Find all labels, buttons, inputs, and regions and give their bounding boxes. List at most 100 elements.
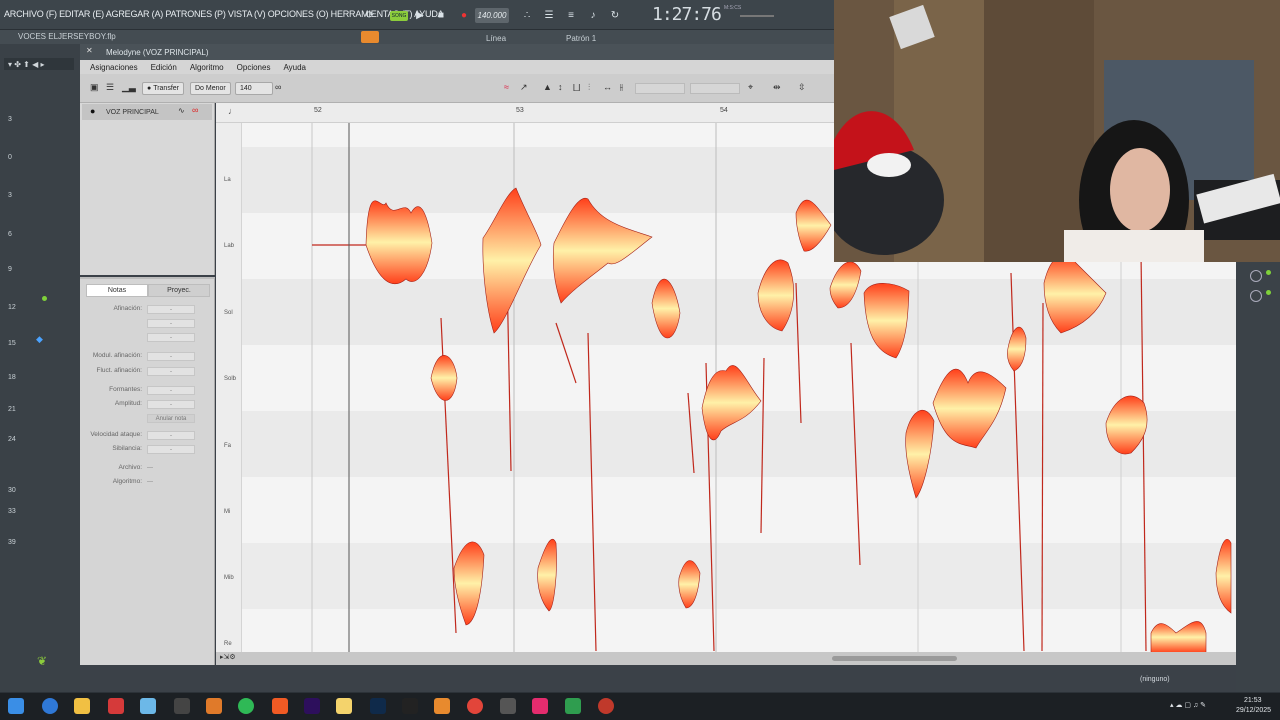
row-value[interactable]: - bbox=[147, 333, 195, 342]
row-label: Velocidad ataque: bbox=[90, 431, 142, 438]
project-name: VOCES ELJERSEYBOY.flp bbox=[18, 32, 116, 41]
row-value[interactable]: - bbox=[147, 400, 195, 409]
pattern-select[interactable]: Patrón 1 bbox=[566, 34, 596, 43]
snap-select[interactable]: Línea bbox=[486, 34, 506, 43]
formant-tool-icon[interactable]: ⨆ bbox=[573, 82, 580, 93]
loop-icon[interactable]: ⟳ bbox=[361, 6, 379, 24]
row-value[interactable]: - bbox=[147, 445, 195, 454]
app-icon[interactable] bbox=[336, 698, 352, 714]
chrome-icon[interactable] bbox=[467, 698, 483, 714]
scroll-icon[interactable]: ⇹ bbox=[773, 82, 781, 93]
knob-icon[interactable] bbox=[1250, 270, 1262, 282]
windows-start-icon[interactable] bbox=[8, 698, 24, 714]
output-select[interactable]: (ninguno) bbox=[1140, 676, 1170, 683]
capcut-icon[interactable] bbox=[402, 698, 418, 714]
menu-edicion[interactable]: Edición bbox=[151, 63, 177, 72]
row-value[interactable]: - bbox=[147, 431, 195, 440]
row-label: Archivo: bbox=[118, 464, 142, 471]
inspector-row: Velocidad ataque: - bbox=[80, 431, 214, 441]
tempo-field[interactable]: 140 bbox=[235, 82, 273, 95]
editor-scrollbar[interactable]: ▸⇲⚙ bbox=[216, 652, 1236, 665]
app-icon[interactable] bbox=[140, 698, 156, 714]
zoom-icon[interactable]: ⌖ bbox=[748, 82, 753, 93]
separation-tool-icon[interactable]: ⫲ bbox=[620, 82, 623, 93]
app-icon[interactable] bbox=[598, 698, 614, 714]
row-value[interactable]: - bbox=[147, 386, 195, 395]
play-icon[interactable]: ▶ bbox=[411, 6, 429, 24]
key-select[interactable]: Do Menor bbox=[190, 82, 231, 95]
fl-fruit-icon[interactable]: ❦ bbox=[37, 654, 47, 668]
menu-opciones[interactable]: Opciones bbox=[237, 63, 271, 72]
main-tool-icon[interactable]: ▲ bbox=[543, 82, 552, 92]
row-value: --- bbox=[147, 465, 153, 471]
metronome-icon[interactable]: ∴ bbox=[518, 6, 536, 24]
link-icon[interactable]: ∞ bbox=[275, 82, 281, 92]
fl-studio-icon[interactable] bbox=[434, 698, 450, 714]
step-icon[interactable]: ≡ bbox=[562, 6, 580, 24]
range-field-1[interactable] bbox=[635, 83, 685, 94]
layout-icon[interactable]: ▣ bbox=[90, 82, 99, 93]
menu-ayuda[interactable]: Ayuda bbox=[283, 63, 306, 72]
wait-icon[interactable]: ↻ bbox=[606, 6, 624, 24]
menu-algoritmo[interactable]: Algoritmo bbox=[190, 63, 224, 72]
inspector-fields: Afinación: - - - Modul. afinación: - Fluct… bbox=[80, 305, 215, 505]
photoshop-icon[interactable] bbox=[370, 698, 386, 714]
app-icon[interactable] bbox=[108, 698, 124, 714]
pitch-tool-icon[interactable]: ↕ bbox=[558, 82, 563, 92]
app-icon[interactable] bbox=[206, 698, 222, 714]
app-icon[interactable] bbox=[565, 698, 581, 714]
tempo-display[interactable]: 140.000 bbox=[475, 8, 509, 23]
fit-icon[interactable]: ⇳ bbox=[798, 82, 806, 93]
note-label: Mib bbox=[224, 575, 234, 581]
countdown-icon[interactable]: ☰ bbox=[540, 6, 558, 24]
row-value[interactable]: - bbox=[147, 319, 195, 328]
keyboard-icon[interactable]: ♪ bbox=[584, 6, 602, 24]
browser-icons[interactable]: ▾ ✤ ⬆ ◀ ▸ bbox=[8, 60, 44, 69]
track-pane bbox=[80, 103, 215, 275]
tray-icons[interactable]: ▴ ☁ ▢ ♫ ✎ bbox=[1170, 701, 1206, 709]
track-wave-icon[interactable]: ∿ bbox=[178, 106, 185, 115]
fader-icon[interactable]: ◆ bbox=[36, 334, 43, 345]
close-icon[interactable]: ✕ bbox=[86, 46, 93, 55]
annul-note-button[interactable]: Anular nota bbox=[147, 414, 195, 423]
track-name: VOZ PRINCIPAL bbox=[106, 108, 159, 116]
app-icon[interactable] bbox=[174, 698, 190, 714]
song-mode-badge[interactable]: SONG bbox=[390, 11, 408, 21]
stop-icon[interactable]: ■ bbox=[432, 6, 450, 24]
edge-icon[interactable] bbox=[42, 698, 58, 714]
snap-icon[interactable] bbox=[361, 31, 379, 43]
mixer-ruler-label: 3 bbox=[8, 192, 12, 199]
record-icon[interactable]: ● bbox=[455, 6, 473, 24]
row-value[interactable]: - bbox=[147, 352, 195, 361]
timing-macro-icon[interactable]: ↗ bbox=[520, 82, 528, 93]
melodyne-titlebar[interactable]: Melodyne (VOZ PRINCIPAL) bbox=[80, 44, 834, 60]
brave-icon[interactable] bbox=[272, 698, 288, 714]
metronome-icon[interactable]: ♩ bbox=[228, 106, 237, 116]
tab-notas[interactable]: Notas bbox=[86, 284, 148, 297]
tab-proyecto[interactable]: Proyec. bbox=[148, 284, 210, 297]
knob-icon[interactable] bbox=[1250, 290, 1262, 302]
master-volume-slider[interactable] bbox=[740, 15, 774, 17]
timing-tool-icon[interactable]: ↔ bbox=[603, 82, 612, 92]
row-value[interactable]: - bbox=[147, 305, 195, 314]
app-icon[interactable] bbox=[532, 698, 548, 714]
menu-asignaciones[interactable]: Asignaciones bbox=[90, 63, 138, 72]
row-value[interactable]: - bbox=[147, 367, 195, 376]
list-icon[interactable]: ☰ bbox=[106, 82, 114, 93]
folder-icon[interactable] bbox=[74, 698, 90, 714]
scroll-thumb[interactable] bbox=[832, 656, 957, 661]
track-record-icon[interactable]: ● bbox=[90, 106, 95, 116]
range-field-2[interactable] bbox=[690, 83, 740, 94]
note-label: Lab bbox=[224, 243, 235, 249]
level-icon[interactable]: ▁▃ bbox=[122, 82, 136, 93]
premiere-icon[interactable] bbox=[304, 698, 320, 714]
clock-time: 21:53 bbox=[1244, 697, 1262, 704]
track-link-icon[interactable]: ∞ bbox=[192, 105, 198, 115]
scroll-tools-icon[interactable]: ▸⇲⚙ bbox=[220, 653, 236, 661]
transfer-button[interactable]: ● Transfer bbox=[142, 82, 184, 95]
bar-ruler[interactable]: 52 53 54 ♩ bbox=[216, 103, 835, 123]
pitch-macro-icon[interactable]: ≈ bbox=[504, 82, 509, 92]
whatsapp-icon[interactable] bbox=[238, 698, 254, 714]
app-icon[interactable] bbox=[500, 698, 516, 714]
amplitude-tool-icon[interactable]: ⫶ bbox=[588, 82, 590, 93]
